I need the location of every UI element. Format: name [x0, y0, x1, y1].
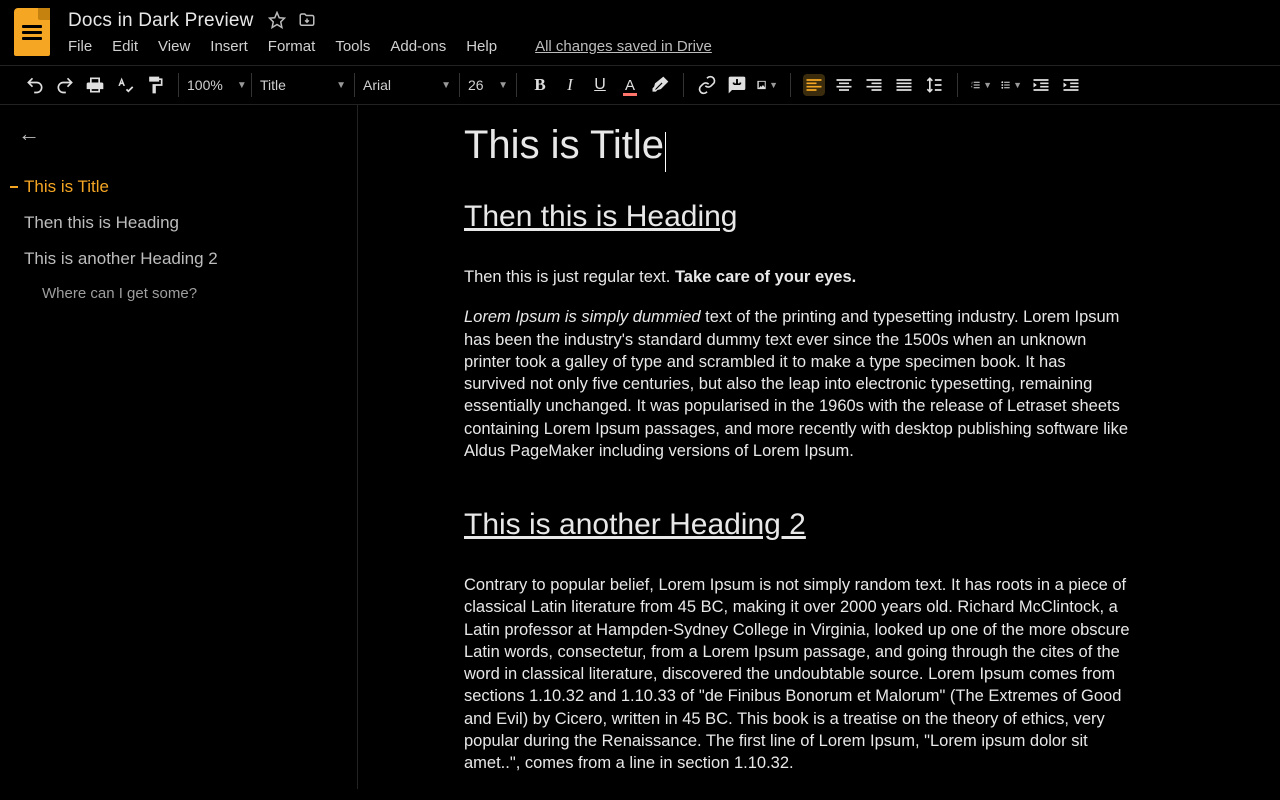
align-center-button[interactable] — [833, 74, 855, 96]
paragraph-text[interactable]: Lorem Ipsum is simply dummied text of th… — [464, 306, 1130, 462]
outline-item[interactable]: Where can I get some? — [10, 277, 347, 310]
paragraph-text[interactable]: Then this is just regular text. Take car… — [464, 266, 1130, 288]
chevron-down-icon: ▼ — [237, 80, 247, 91]
insert-comment-icon[interactable] — [726, 74, 748, 96]
insert-link-icon[interactable] — [696, 74, 718, 96]
text-color-button[interactable]: A — [619, 74, 641, 96]
paint-format-icon[interactable] — [144, 74, 166, 96]
chevron-down-icon: ▼ — [498, 80, 508, 91]
font-size-value: 26 — [468, 77, 484, 93]
insert-image-icon[interactable]: ▼ — [756, 74, 778, 96]
chevron-down-icon: ▼ — [336, 80, 346, 91]
align-left-button[interactable] — [803, 74, 825, 96]
paragraph-style-select[interactable]: Title ▼ — [254, 77, 352, 93]
undo-icon[interactable] — [24, 74, 46, 96]
title-bar: Docs in Dark Preview File Edit View Inse… — [0, 0, 1280, 65]
close-outline-icon[interactable]: ← — [10, 119, 347, 169]
align-right-button[interactable] — [863, 74, 885, 96]
line-spacing-button[interactable] — [923, 74, 945, 96]
align-justify-button[interactable] — [893, 74, 915, 96]
bulleted-list-button[interactable]: ▼ — [1000, 74, 1022, 96]
menu-edit[interactable]: Edit — [112, 38, 138, 55]
menu-format[interactable]: Format — [268, 38, 316, 55]
decrease-indent-button[interactable] — [1030, 74, 1052, 96]
document-canvas[interactable]: This is Title Then this is Heading Then … — [358, 105, 1280, 789]
font-size-select[interactable]: 26 ▼ — [462, 77, 514, 93]
chevron-down-icon: ▼ — [983, 80, 992, 90]
redo-icon[interactable] — [54, 74, 76, 96]
title-text[interactable]: This is Title — [464, 123, 666, 168]
numbered-list-button[interactable]: ▼ — [970, 74, 992, 96]
outline-item[interactable]: This is another Heading 2 — [10, 241, 347, 277]
paragraph-style-value: Title — [260, 77, 286, 93]
bold-button[interactable]: B — [529, 74, 551, 96]
font-family-select[interactable]: Arial ▼ — [357, 77, 457, 93]
heading-text[interactable]: This is another Heading 2 — [464, 508, 1130, 542]
chevron-down-icon: ▼ — [441, 80, 451, 91]
menu-insert[interactable]: Insert — [210, 38, 248, 55]
menu-bar: File Edit View Insert Format Tools Add-o… — [68, 32, 1266, 65]
increase-indent-button[interactable] — [1060, 74, 1082, 96]
menu-tools[interactable]: Tools — [335, 38, 370, 55]
saved-in-drive-status[interactable]: All changes saved in Drive — [535, 38, 712, 55]
menu-file[interactable]: File — [68, 38, 92, 55]
zoom-value: 100% — [187, 77, 223, 93]
highlight-color-button[interactable] — [649, 74, 671, 96]
document-title-input[interactable]: Docs in Dark Preview — [68, 10, 254, 32]
underline-button[interactable]: U — [589, 74, 611, 96]
chevron-down-icon: ▼ — [769, 80, 778, 90]
paragraph-text[interactable]: Contrary to popular belief, Lorem Ipsum … — [464, 574, 1130, 774]
zoom-select[interactable]: 100% ▼ — [181, 77, 249, 93]
docs-logo-icon[interactable] — [14, 8, 50, 56]
menu-view[interactable]: View — [158, 38, 190, 55]
menu-addons[interactable]: Add-ons — [390, 38, 446, 55]
menu-help[interactable]: Help — [466, 38, 497, 55]
outline-item[interactable]: This is Title — [10, 169, 347, 205]
font-family-value: Arial — [363, 77, 391, 93]
star-icon[interactable] — [268, 11, 286, 32]
document-outline: ← This is Title Then this is Heading Thi… — [0, 105, 358, 789]
print-icon[interactable] — [84, 74, 106, 96]
italic-button[interactable]: I — [559, 74, 581, 96]
chevron-down-icon: ▼ — [1013, 80, 1022, 90]
text-cursor — [665, 132, 666, 172]
heading-text[interactable]: Then this is Heading — [464, 200, 1130, 234]
move-to-folder-icon[interactable] — [298, 11, 316, 32]
outline-item[interactable]: Then this is Heading — [10, 205, 347, 241]
toolbar: 100% ▼ Title ▼ Arial ▼ 26 ▼ B I U A ▼ ▼ … — [0, 65, 1280, 105]
spellcheck-icon[interactable] — [114, 74, 136, 96]
